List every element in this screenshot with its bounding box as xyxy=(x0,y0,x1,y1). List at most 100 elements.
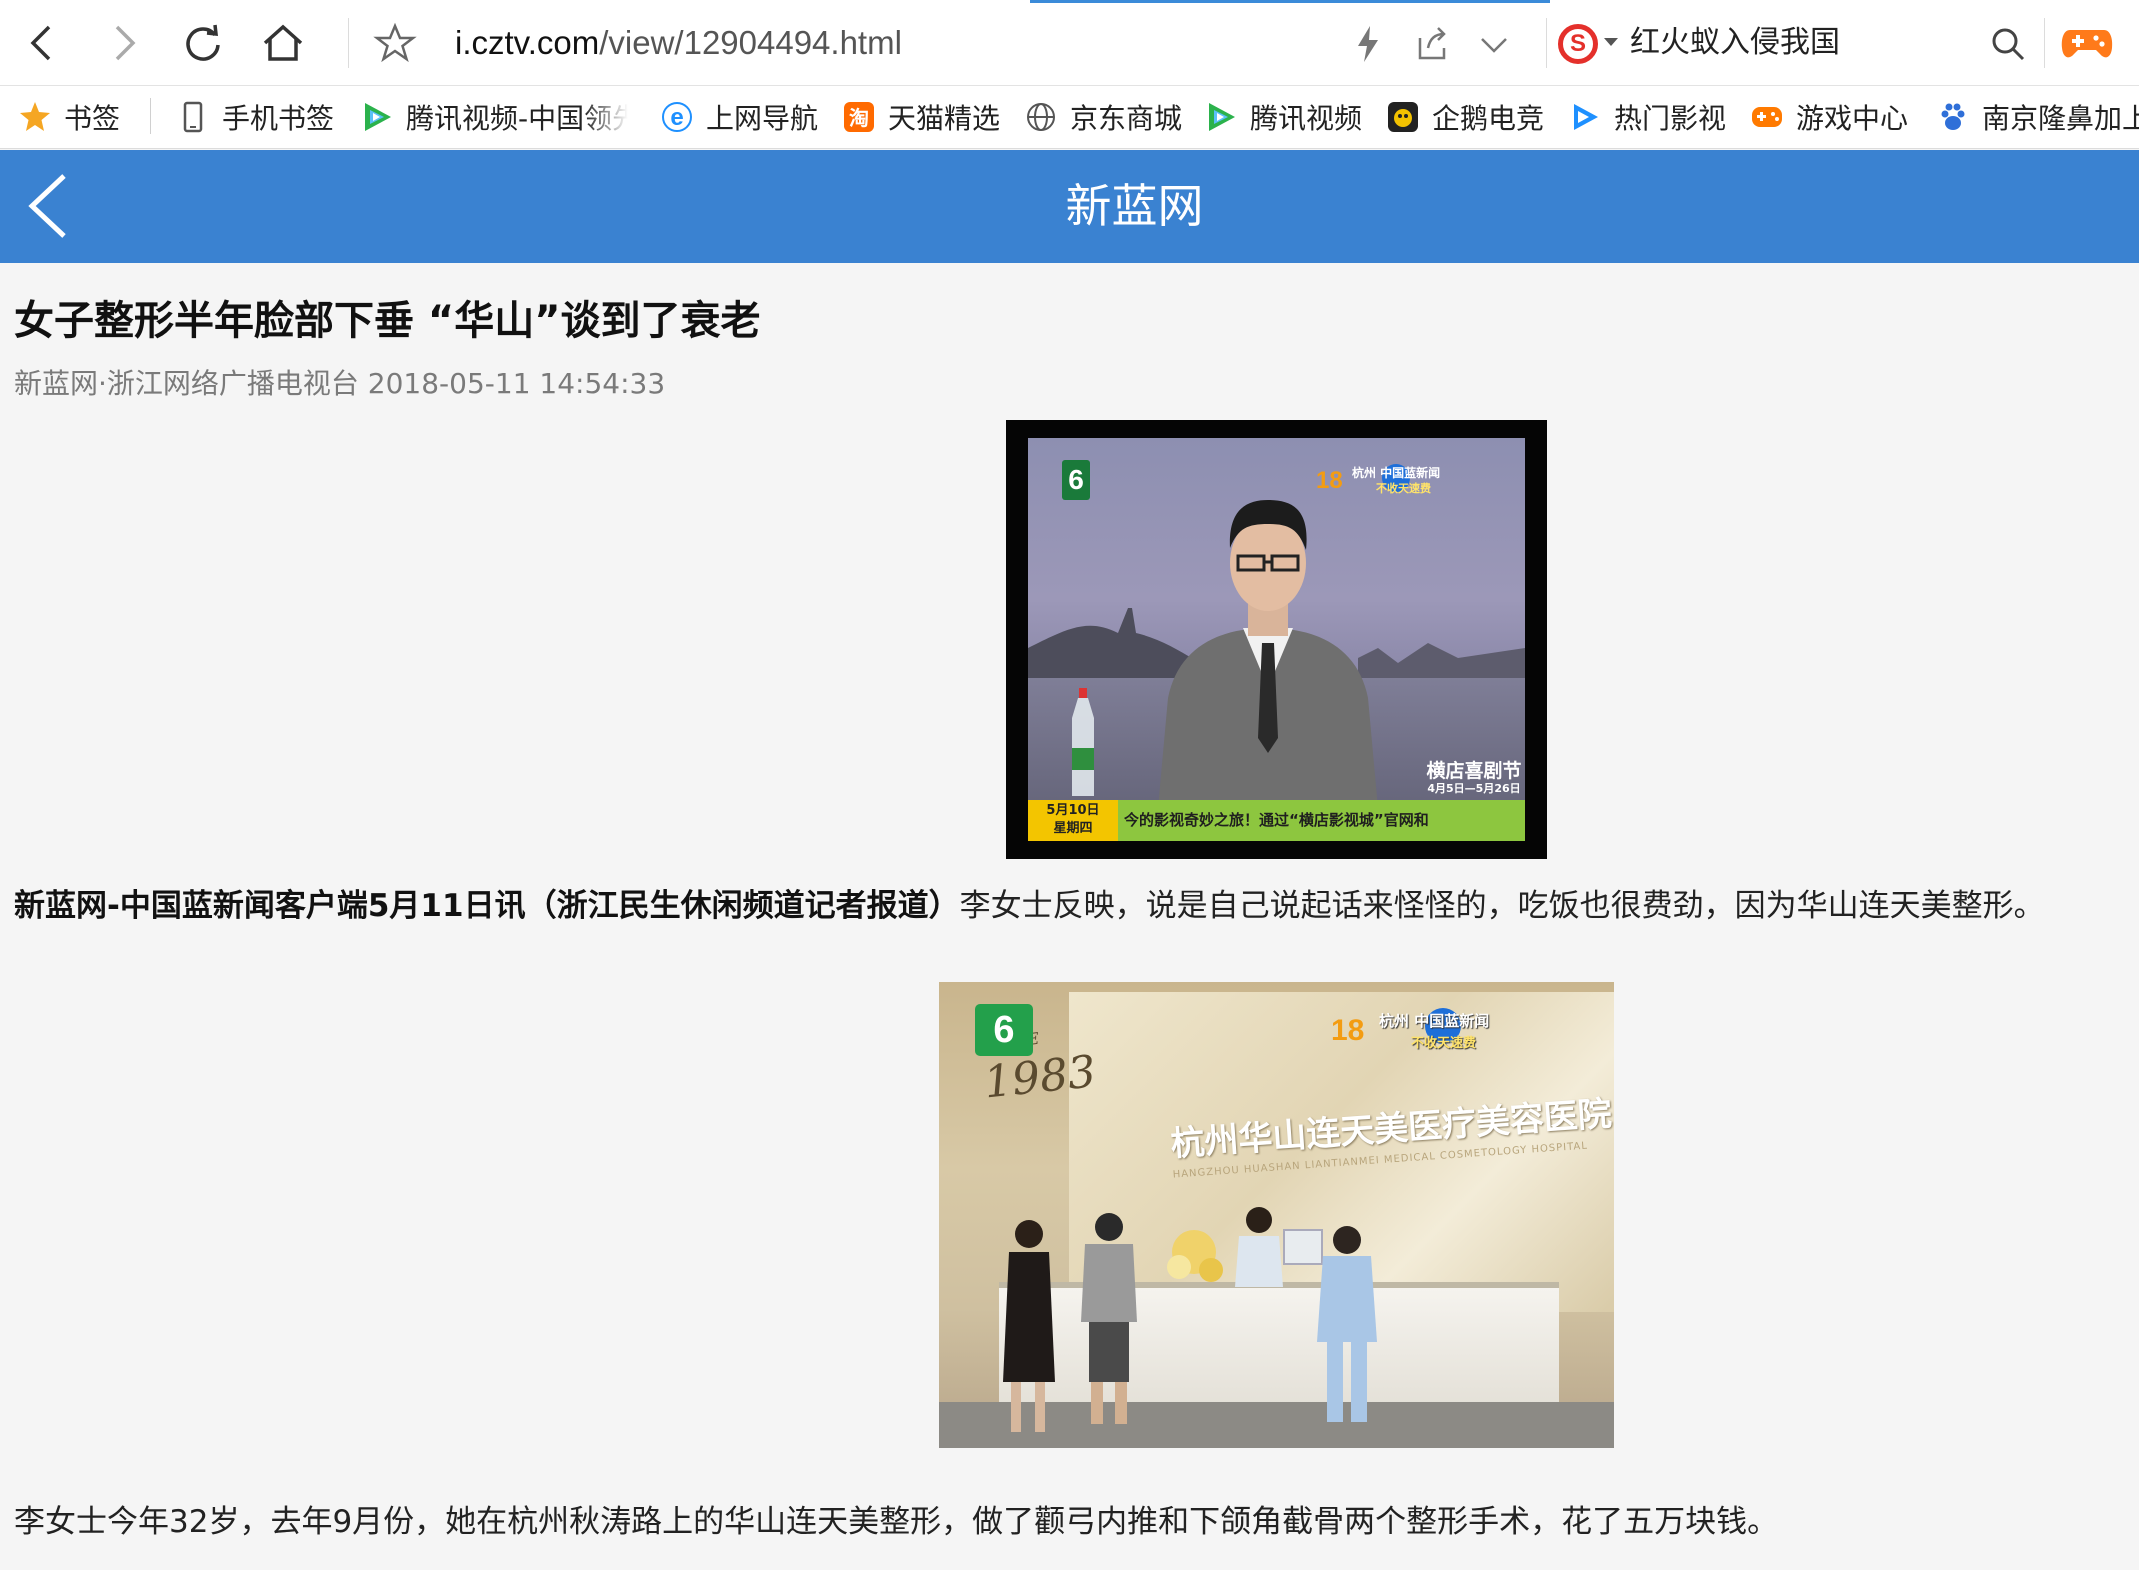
svg-text:18: 18 xyxy=(1331,1014,1364,1047)
bookmark-item-nanjing[interactable]: 南京隆鼻加上 xyxy=(1936,96,2139,138)
ticker-date-box: 5月10日 星期四 xyxy=(1028,800,1118,841)
browser-toolbar: i.cztv.com/view/12904494.html S 红火蚁入侵我国 xyxy=(0,0,2139,86)
address-dropdown-button[interactable] xyxy=(1476,28,1512,62)
promo-title: 横店喜剧节 xyxy=(1426,760,1522,782)
chevron-down-icon xyxy=(1481,38,1507,53)
svg-text:18: 18 xyxy=(1316,467,1343,494)
nurse xyxy=(1317,1226,1377,1422)
globe-icon xyxy=(1024,100,1058,134)
bookmarks-bar: 书签 手机书签 腾讯视频-中国领先 e 上网导航 淘 天猫精选 京东商城 腾讯视… xyxy=(0,86,2139,149)
search-box[interactable]: 红火蚁入侵我国 xyxy=(1630,22,1840,64)
news-anchor-figure xyxy=(1158,500,1378,808)
person-left xyxy=(1003,1220,1055,1432)
gamepad-icon xyxy=(1750,100,1784,134)
bookmark-star-button[interactable] xyxy=(368,16,422,70)
bookmark-label: 上网导航 xyxy=(706,102,819,135)
promo-badge: 横店喜剧节 4月5日—5月26日 xyxy=(1426,760,1522,798)
flowers xyxy=(1167,1230,1223,1282)
sogou-icon[interactable]: S xyxy=(1558,24,1598,64)
bookmarks-divider xyxy=(150,98,151,134)
svg-text:淘: 淘 xyxy=(849,106,869,130)
bookmark-label: 天猫精选 xyxy=(888,102,1001,135)
site-title: 新蓝网 xyxy=(1065,179,1204,233)
reload-icon xyxy=(186,24,220,61)
toolbar-divider xyxy=(348,18,349,68)
home-icon xyxy=(263,24,303,61)
bookmark-label: 书签 xyxy=(64,102,121,135)
channel-badge: 6 xyxy=(1062,460,1090,500)
bookmark-item-jd[interactable]: 京东商城 xyxy=(1024,96,1182,138)
share-icon xyxy=(1418,27,1446,60)
bookmark-item-bookmarks[interactable]: 书签 xyxy=(18,96,120,138)
hospital-lobby-image: SINCE 1983 杭州华山连天美医疗美容医院 HANGZHOU HUASHA… xyxy=(939,982,1614,1448)
forward-button[interactable] xyxy=(96,16,150,70)
station-logo-text: 杭州 中国蓝新闻 xyxy=(1379,1012,1490,1030)
star-outline-icon xyxy=(373,22,417,63)
bookmark-item-tencent-video[interactable]: 腾讯视频 xyxy=(1204,96,1362,138)
bookmark-item-web-nav[interactable]: e 上网导航 xyxy=(660,96,818,138)
svg-text:e: e xyxy=(670,104,683,131)
bookmark-label: 南京隆鼻加上 xyxy=(1982,102,2139,135)
search-icon xyxy=(1992,28,2025,61)
tencent-video-icon xyxy=(360,100,394,134)
forward-arrow-icon xyxy=(115,25,136,61)
toolbar-divider xyxy=(2044,18,2045,68)
article-paragraph-2: 李女士今年32岁，去年9月份，她在杭州秋涛路上的华山连天美整形，做了颧弓内推和下… xyxy=(14,1504,1779,1540)
bookmark-label: 腾讯视频 xyxy=(1250,102,1363,135)
article-headline: 女子整形半年脸部下垂 “华山”谈到了衰老 xyxy=(14,298,761,344)
page-loading-bar xyxy=(1030,0,1550,3)
lightning-icon xyxy=(1358,26,1378,62)
article-paragraph-1: 新蓝网-中国蓝新闻客户端5月11日讯（浙江民生休闲频道记者报道）李女士反映，说是… xyxy=(14,884,2045,928)
bookmark-item-hot-videos[interactable]: 热门影视 xyxy=(1568,96,1726,138)
ticker-date: 5月10日 xyxy=(1046,803,1100,818)
bookmark-item-tmall[interactable]: 淘 天猫精选 xyxy=(842,96,1000,138)
url-host: i.cztv.com xyxy=(455,24,600,61)
station-logo: 18 杭州 中国蓝新闻 不收天速费 xyxy=(1316,460,1506,500)
reload-button[interactable] xyxy=(176,16,230,70)
tencent-video-icon xyxy=(1204,100,1238,134)
bookmark-item-penguin-esports[interactable]: 企鹅电竞 xyxy=(1386,96,1544,138)
article-paragraph-1-text: 李女士反映，说是自己说起话来怪怪的，吃饭也很费劲，因为华山连天美整形。 xyxy=(959,888,2045,924)
news-ticker: 5月10日 星期四 今的影视奇妙之旅！通过“横店影视城”官网和 xyxy=(1028,800,1525,841)
phone-icon xyxy=(176,100,210,134)
baidu-paw-icon xyxy=(1936,100,1970,134)
game-center-button[interactable] xyxy=(2060,20,2114,66)
station-logo-subtext: 不收天速费 xyxy=(1376,482,1431,495)
tmall-icon: 淘 xyxy=(842,100,876,134)
bookmark-item-game-center[interactable]: 游戏中心 xyxy=(1750,96,1908,138)
url-path: /view/12904494.html xyxy=(599,24,902,61)
receptionist xyxy=(1235,1207,1283,1287)
person-grey-shirt xyxy=(1081,1213,1137,1424)
video-play-icon xyxy=(1568,100,1602,134)
bookmark-label: 京东商城 xyxy=(1070,102,1183,135)
share-button[interactable] xyxy=(1412,24,1452,64)
bookmark-item-mobile[interactable]: 手机书签 xyxy=(176,96,334,138)
search-button[interactable] xyxy=(1988,24,2028,64)
bookmark-item-tencent-video-china[interactable]: 腾讯视频-中国领先 xyxy=(360,96,628,138)
channel-badge: 6 xyxy=(975,1004,1033,1056)
water-bottle xyxy=(1072,688,1094,796)
ie-icon: e xyxy=(660,100,694,134)
station-logo: 18 杭州 中国蓝新闻 不收天速费 xyxy=(1331,1004,1581,1054)
star-icon xyxy=(18,100,52,134)
bookmark-label: 热门影视 xyxy=(1614,102,1727,135)
penguin-esports-icon xyxy=(1386,100,1420,134)
bookmark-label: 游戏中心 xyxy=(1796,102,1909,135)
bookmark-label: 手机书签 xyxy=(222,102,335,135)
article-meta: 新蓝网·浙江网络广播电视台 2018-05-11 14:54:33 xyxy=(14,367,666,400)
search-engine-caret-icon[interactable] xyxy=(1604,38,1618,46)
station-logo-text: 杭州 中国蓝新闻 xyxy=(1352,466,1441,480)
article-lead-bold: 新蓝网-中国蓝新闻客户端5月11日讯（浙江民生休闲频道记者报道） xyxy=(14,888,960,924)
speed-mode-button[interactable] xyxy=(1350,24,1386,64)
back-button[interactable] xyxy=(16,16,70,70)
bookmark-label: 腾讯视频-中国领先 xyxy=(406,102,628,135)
address-bar[interactable]: i.cztv.com/view/12904494.html xyxy=(455,20,902,66)
back-arrow-icon xyxy=(30,25,51,61)
promo-dates: 4月5日—5月26日 xyxy=(1427,782,1521,795)
home-button[interactable] xyxy=(256,16,310,70)
monitor xyxy=(1283,1229,1323,1265)
site-header: 新蓝网 xyxy=(0,150,2139,263)
bookmark-label: 企鹅电竞 xyxy=(1432,102,1545,135)
ticker-weekday: 星期四 xyxy=(1053,821,1093,836)
tv-frame: 6 18 杭州 中国蓝新闻 不收天速费 横店喜剧节 4月5日—5月26日 5月1… xyxy=(1028,438,1525,841)
